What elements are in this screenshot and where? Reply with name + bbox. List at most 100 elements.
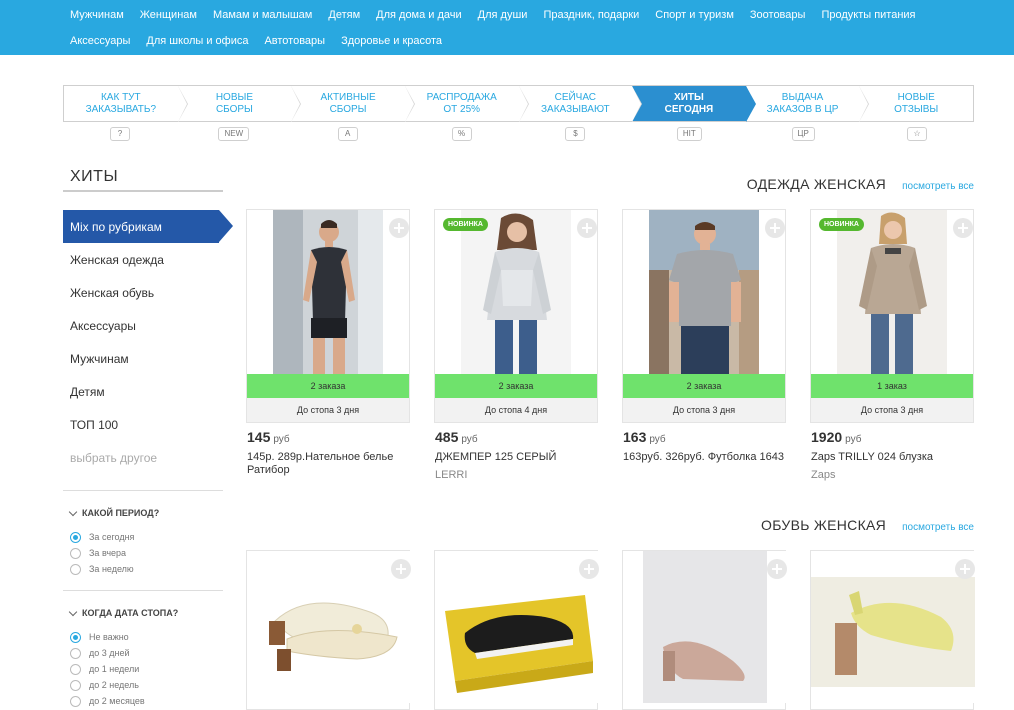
radio-1-week[interactable]: до 1 недели [70, 661, 145, 677]
see-all-link[interactable]: посмотреть все [902, 522, 974, 533]
product-photo-tshirt [649, 210, 759, 374]
product-card[interactable] [434, 550, 599, 710]
product-brand[interactable]: LERRI [435, 469, 467, 481]
product-photo-men-underwear [273, 210, 383, 374]
filter-period-title[interactable]: Какой период? [68, 507, 159, 518]
radio-dot [70, 531, 81, 543]
nav-link-school[interactable]: Для школы и офиса [146, 35, 248, 47]
see-all-link[interactable]: посмотреть все [902, 181, 974, 192]
star-icon: ☆ [907, 127, 928, 141]
product-name[interactable]: Zaps TRILLY 024 блузка [811, 451, 975, 464]
product-price: 485 руб [435, 429, 478, 445]
product-image: НОВИНКА [435, 210, 597, 374]
active-badge: A [337, 127, 358, 141]
section-women-shoes-header: ОБУВЬ ЖЕНСКАЯ посмотреть все [761, 517, 974, 533]
radio-week[interactable]: За неделю [70, 561, 134, 577]
radio-dot [70, 563, 81, 575]
radio-3-days[interactable]: до 3 дней [70, 645, 145, 661]
sidebar-item-choose-other[interactable]: выбрать другое [63, 441, 223, 474]
add-to-wishlist-icon[interactable] [391, 559, 411, 579]
nav-link-sport[interactable]: Спорт и туризм [655, 9, 734, 21]
filter-stop-date-title[interactable]: Когда дата стопа? [68, 607, 178, 618]
sidebar-item-top100[interactable]: ТОП 100 [63, 408, 223, 441]
step-sale[interactable]: Распродажа от 25% [405, 86, 529, 122]
sidebar-divider [63, 590, 223, 591]
stop-deadline: До стопа 3 дня [623, 398, 785, 422]
product-name[interactable]: ДЖЕМПЕР 125 СЕРЫЙ [435, 451, 599, 464]
section-women-clothes-header: ОДЕЖДА ЖЕНСКАЯ посмотреть все [747, 176, 974, 192]
product-name[interactable]: 145р. 289р.Нательное белье Ратибор [247, 451, 411, 477]
product-card[interactable]: НОВИНКА 2 заказа До стопа 4 дня [434, 209, 598, 423]
product-image [811, 551, 975, 703]
nav-row-2: Аксессуары Для школы и офиса Автотовары … [70, 35, 458, 47]
section-title: ОБУВЬ ЖЕНСКАЯ [761, 517, 887, 533]
product-card[interactable] [810, 550, 975, 710]
step-badges: ? NEW A % $ HIT ЦР ☆ [63, 127, 974, 141]
percent-badge: % [451, 127, 472, 141]
add-to-wishlist-icon[interactable] [955, 559, 975, 579]
sidebar-item-women-clothes[interactable]: Женская одежда [63, 243, 223, 276]
add-to-wishlist-icon[interactable] [389, 218, 409, 238]
add-to-wishlist-icon[interactable] [953, 218, 973, 238]
product-card[interactable]: НОВИНКА 1 заказ До стопа 3 дня [810, 209, 974, 423]
sidebar-divider [63, 490, 223, 491]
product-photo-sweater [461, 210, 571, 374]
radio-dot [70, 631, 81, 643]
chevron-down-icon [68, 507, 78, 516]
product-name[interactable]: 163руб. 326руб. Футболка 1643 [623, 451, 787, 464]
step-ordering-now[interactable]: Сейчас заказывают [519, 86, 642, 122]
product-card[interactable]: 2 заказа До стопа 3 дня [246, 209, 410, 423]
nav-link-moms[interactable]: Мамам и малышам [213, 9, 312, 21]
nav-link-food[interactable]: Продукты питания [821, 9, 915, 21]
nav-link-kids[interactable]: Детям [328, 9, 360, 21]
stop-deadline: До стопа 4 дня [435, 398, 597, 422]
nav-link-women[interactable]: Женщинам [140, 9, 197, 21]
product-card[interactable]: 2 заказа До стопа 3 дня [622, 209, 786, 423]
nav-link-men[interactable]: Мужчинам [70, 9, 124, 21]
sidebar-title: ХИТЫ [70, 168, 119, 185]
sidebar-item-kids[interactable]: Детям [63, 375, 223, 408]
sidebar-item-women-shoes[interactable]: Женская обувь [63, 276, 223, 309]
product-price: 145 руб [247, 429, 290, 445]
stop-deadline: До стопа 3 дня [811, 398, 973, 422]
radio-dot [70, 647, 81, 659]
hit-badge: HIT [676, 127, 702, 141]
radio-yesterday[interactable]: За вчера [70, 545, 134, 561]
add-to-wishlist-icon[interactable] [765, 218, 785, 238]
sidebar-item-mix[interactable]: Mix по рубрикам [63, 210, 233, 243]
radio-today[interactable]: За сегодня [70, 529, 134, 545]
product-card[interactable] [622, 550, 787, 710]
product-image [247, 551, 411, 703]
add-to-wishlist-icon[interactable] [579, 559, 599, 579]
product-brand[interactable]: Zaps [811, 469, 835, 481]
stop-deadline: До стопа 3 дня [247, 398, 409, 422]
product-photo-sandal [247, 551, 411, 703]
step-hits-today[interactable]: Хиты сегодня [632, 86, 756, 122]
step-new-collections[interactable]: Новые сборы [178, 86, 301, 122]
add-to-wishlist-icon[interactable] [577, 218, 597, 238]
nav-link-health[interactable]: Здоровье и красота [341, 35, 442, 47]
step-active-collections[interactable]: Активные сборы [291, 86, 415, 122]
step-how-to-order[interactable]: Как тут заказывать? [64, 86, 188, 122]
nav-row-1: Мужчинам Женщинам Мамам и малышам Детям … [70, 9, 932, 21]
radio-2-weeks[interactable]: до 2 недель [70, 677, 145, 693]
product-photo-pump [623, 551, 787, 703]
product-image: НОВИНКА [811, 210, 973, 374]
product-price: 163 руб [623, 429, 666, 445]
product-image [623, 551, 787, 703]
step-order-pickup[interactable]: Выдача заказов в ЦР [746, 86, 869, 122]
add-to-wishlist-icon[interactable] [767, 559, 787, 579]
sidebar-item-accessories[interactable]: Аксессуары [63, 309, 223, 342]
step-new-reviews[interactable]: Новые отзывы [859, 86, 973, 121]
nav-link-accessories[interactable]: Аксессуары [70, 35, 130, 47]
section-title: ОДЕЖДА ЖЕНСКАЯ [746, 176, 887, 192]
radio-any[interactable]: Не важно [70, 629, 145, 645]
nav-link-pets[interactable]: Зоотовары [750, 9, 806, 21]
nav-link-holiday[interactable]: Праздник, подарки [543, 9, 639, 21]
sidebar-item-men[interactable]: Мужчинам [63, 342, 223, 375]
nav-link-soul[interactable]: Для души [478, 9, 528, 21]
nav-link-home[interactable]: Для дома и дачи [376, 9, 462, 21]
nav-link-auto[interactable]: Автотовары [264, 35, 325, 47]
radio-dot [70, 547, 81, 559]
product-card[interactable] [246, 550, 411, 710]
